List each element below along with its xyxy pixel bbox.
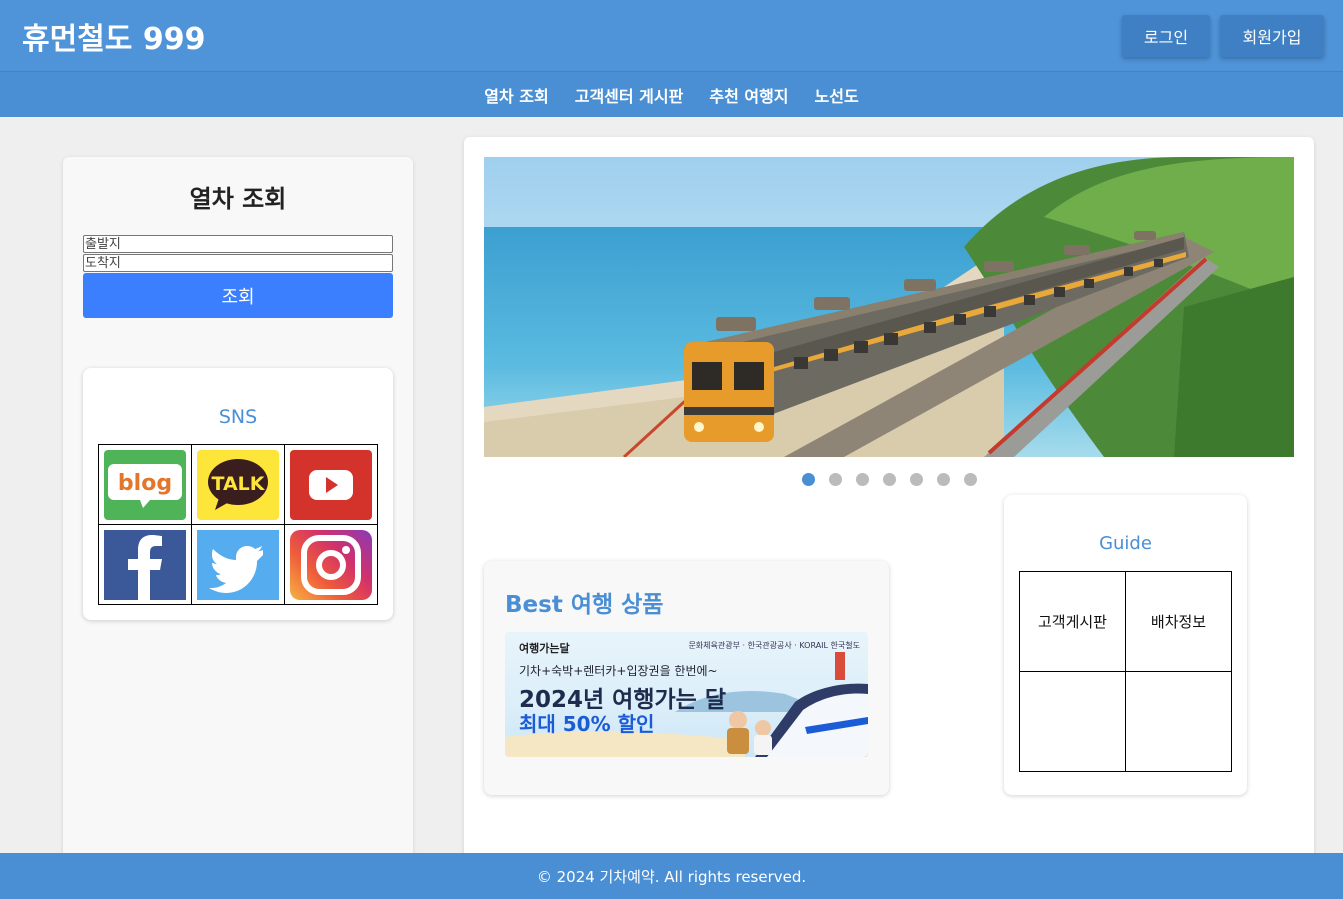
site-footer: © 2024 기차예약. All rights reserved. bbox=[0, 853, 1343, 899]
carousel-dot[interactable] bbox=[909, 473, 923, 486]
carousel-dot[interactable] bbox=[855, 473, 869, 486]
carousel-dot[interactable] bbox=[963, 473, 977, 486]
sns-title: SNS bbox=[218, 406, 258, 428]
guide-empty-cell bbox=[1125, 671, 1232, 772]
best-products-title: Best 여행 상품 bbox=[505, 592, 664, 618]
best-products-card: Best 여행 상품 여행가는달 문화체육관광부 · 한국관광공사 · KORA… bbox=[484, 561, 889, 795]
banner-train-image bbox=[484, 157, 1294, 457]
panel-title: 열차 조회 bbox=[189, 185, 287, 213]
kakaotalk-icon[interactable]: TALK bbox=[197, 449, 279, 520]
nav-item-route-map[interactable]: 노선도 bbox=[815, 83, 859, 107]
instagram-icon[interactable] bbox=[290, 529, 372, 600]
twitter-icon[interactable] bbox=[197, 529, 279, 600]
signup-button[interactable]: 회원가입 bbox=[1220, 15, 1324, 57]
main-content: Best 여행 상품 여행가는달 문화체육관광부 · 한국관광공사 · KORA… bbox=[464, 137, 1314, 877]
footer-copyright: © 2024 기차예약. All rights reserved. bbox=[536, 867, 807, 886]
nav-item-train-search[interactable]: 열차 조회 bbox=[484, 83, 548, 107]
ad-discount: 최대 50% 할인 bbox=[519, 712, 655, 736]
search-button[interactable]: 조회 bbox=[83, 273, 393, 318]
arrival-input[interactable] bbox=[83, 254, 393, 272]
carousel-dot[interactable] bbox=[882, 473, 896, 486]
guide-title: Guide bbox=[1099, 533, 1152, 554]
facebook-icon[interactable] bbox=[104, 529, 186, 600]
svg-text:TALK: TALK bbox=[211, 473, 265, 495]
ad-partners: 문화체육관광부 · 한국관광공사 · KORAIL 한국철도 bbox=[688, 641, 860, 650]
guide-card: Guide 고객게시판 배차정보 bbox=[1004, 495, 1247, 795]
carousel-dot[interactable] bbox=[936, 473, 950, 486]
site-header: 휴먼철도 999 로그인 회원가입 bbox=[0, 0, 1343, 71]
departure-input[interactable] bbox=[83, 235, 393, 253]
train-search-panel: 열차 조회 조회 SNS blog bbox=[63, 157, 413, 877]
ad-subtitle: 기차+숙박+렌터카+입장권을 한번에~ bbox=[519, 664, 718, 678]
guide-empty-cell bbox=[1019, 671, 1126, 772]
carousel-indicators bbox=[464, 473, 1314, 486]
blog-icon[interactable]: blog bbox=[104, 449, 186, 520]
login-button[interactable]: 로그인 bbox=[1122, 15, 1210, 57]
nav-item-customer-board[interactable]: 고객센터 게시판 bbox=[575, 83, 684, 107]
sns-grid: blog TALK bbox=[98, 444, 378, 605]
guide-grid: 고객게시판 배차정보 bbox=[1019, 571, 1232, 772]
youtube-icon[interactable] bbox=[290, 449, 372, 520]
site-title[interactable]: 휴먼철도 999 bbox=[22, 14, 205, 58]
svg-text:blog: blog bbox=[118, 471, 172, 496]
ad-logo: 여행가는달 bbox=[519, 642, 570, 655]
travel-month-ad-banner[interactable]: 여행가는달 문화체육관광부 · 한국관광공사 · KORAIL 한국철도 기차+… bbox=[505, 632, 868, 757]
carousel-dot[interactable] bbox=[801, 473, 815, 486]
sns-card: SNS blog TALK bbox=[83, 368, 393, 620]
banner-carousel[interactable] bbox=[484, 157, 1294, 457]
carousel-dot[interactable] bbox=[828, 473, 842, 486]
guide-customer-board-link[interactable]: 고객게시판 bbox=[1019, 571, 1126, 672]
main-nav: 열차 조회 고객센터 게시판 추천 여행지 노선도 bbox=[0, 71, 1343, 117]
guide-dispatch-info-link[interactable]: 배차정보 bbox=[1125, 571, 1232, 672]
nav-item-recommended-destinations[interactable]: 추천 여행지 bbox=[709, 83, 788, 107]
